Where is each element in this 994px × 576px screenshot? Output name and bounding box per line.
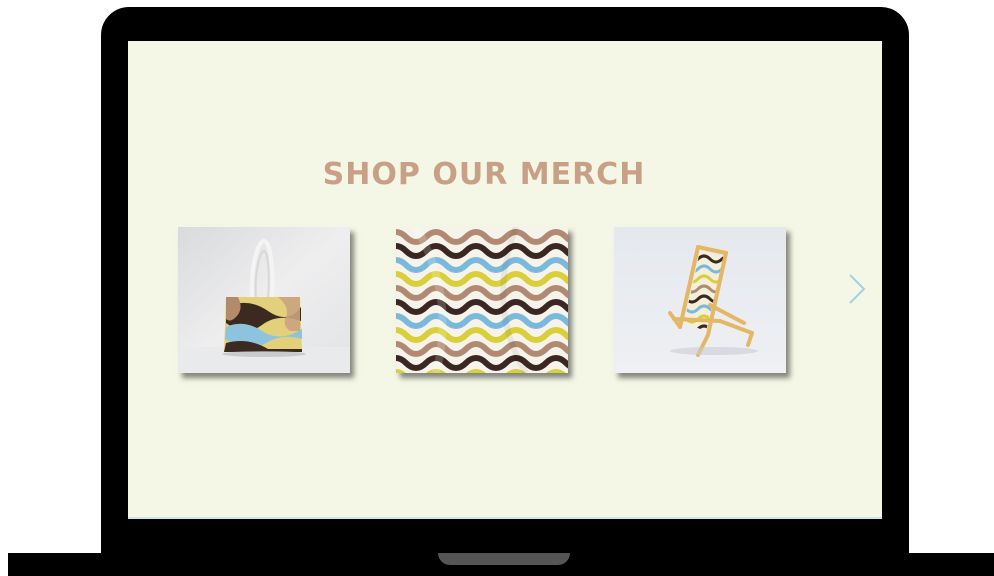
laptop-screen: SHOP OUR MERCH [128,41,882,519]
product-card-fabric[interactable] [396,227,568,373]
beach-chair-image [614,227,786,373]
laptop-mockup: SHOP OUR MERCH [0,0,994,576]
section-title: SHOP OUR MERCH [322,157,646,192]
wavy-fabric-image [396,227,568,373]
chevron-right-icon [849,274,866,304]
laptop-base-notch [438,553,570,565]
tote-bag-image [178,227,350,373]
product-card-tote-bag[interactable] [178,227,350,373]
product-card-beach-chair[interactable] [614,227,786,373]
carousel-next-button[interactable] [844,271,870,307]
